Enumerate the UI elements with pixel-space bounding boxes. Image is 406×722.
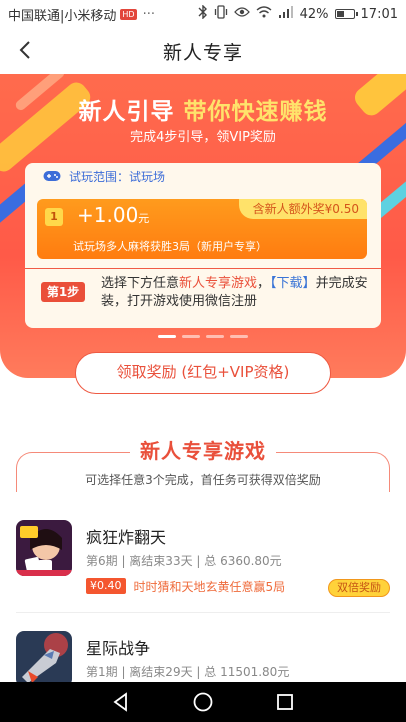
step-text-c: ，	[257, 276, 271, 291]
hero-title-highlight: 带你快速赚钱	[183, 99, 328, 125]
system-nav-bar	[0, 682, 406, 722]
step-text-games: 新人专享游戏	[179, 276, 258, 291]
game-thumbnail	[16, 631, 72, 687]
extra-bonus-tag: 含新人额外奖¥0.50	[238, 199, 367, 219]
claim-reward-button[interactable]: 领取奖励 (红包+VIP资格)	[75, 352, 331, 394]
hero-subtitle: 完成4步引导，领VIP奖励	[130, 130, 276, 145]
section-title-text: 新人专享游戏	[130, 435, 276, 464]
game-name: 星际战争	[86, 639, 151, 658]
battery-icon	[334, 9, 358, 19]
divider	[25, 268, 381, 269]
section-title: 新人专享游戏	[0, 435, 406, 464]
eye-icon	[233, 6, 250, 22]
reward-desc: 试玩场多人麻将获胜3局（新用户专享）	[73, 240, 267, 253]
hero-banner: 新人引导 带你快速赚钱 完成4步引导，领VIP奖励 试玩范围：试玩场 1 +1.…	[0, 74, 406, 378]
carousel-pager	[0, 335, 406, 338]
step-text-a: 选择下方任意	[101, 276, 180, 291]
trial-scope-text: 试玩范围：试玩场	[69, 169, 166, 184]
hd-badge: HD	[120, 8, 137, 20]
circle-home-icon	[193, 692, 213, 712]
signal-icon	[278, 6, 294, 22]
chevron-left-icon	[19, 41, 30, 59]
page-title: 新人专享	[162, 41, 243, 64]
back-button[interactable]	[14, 38, 38, 62]
step-label: 第1步	[41, 282, 85, 302]
nav-recent-button[interactable]	[273, 690, 297, 714]
game-name: 疯狂炸翻天	[86, 528, 167, 547]
game-task: ¥0.40 时时猜和天地玄黄任意赢5局	[86, 578, 285, 594]
reward-unit: 元	[138, 212, 150, 225]
task-desc: 时时猜和天地玄黄任意赢5局	[133, 579, 286, 594]
task-money: ¥0.40	[86, 578, 126, 594]
more-dots: ···	[142, 6, 155, 22]
pager-dot[interactable]	[158, 335, 176, 338]
reward-amount: +1.00元	[77, 203, 149, 227]
download-link[interactable]: 【下载】	[270, 276, 316, 291]
list-divider	[16, 612, 390, 613]
status-bar: 中国联通|小米移动 HD ··· 42% 17:01	[0, 0, 406, 28]
step-instructions: 选择下方任意新人专享游戏，【下载】并完成安装，打开游戏使用微信注册	[101, 275, 371, 311]
clock-time: 17:01	[360, 6, 398, 22]
vibrate-icon	[214, 5, 228, 23]
game-item-crazy-bomb[interactable]: 疯狂炸翻天 第6期 | 离结束33天 | 总 6360.80元 ¥0.40 时时…	[0, 506, 406, 626]
section-subtitle: 可选择任意3个完成，首任务可获得双倍奖励	[85, 473, 321, 487]
gamepad-icon	[43, 171, 61, 181]
hero-title-main: 新人引导	[78, 99, 175, 125]
status-icons: 42% 17:01	[198, 4, 398, 23]
trial-scope: 试玩范围：试玩场	[25, 163, 381, 189]
reward-box: 1 +1.00元 试玩场多人麻将获胜3局（新用户专享） 含新人额外奖¥0.50	[37, 199, 367, 259]
reward-amount-value: +1.00	[77, 203, 139, 227]
bluetooth-icon	[198, 4, 208, 23]
guide-card: 试玩范围：试玩场 1 +1.00元 试玩场多人麻将获胜3局（新用户专享） 含新人…	[25, 163, 381, 328]
reward-index: 1	[45, 208, 63, 226]
nav-home-button[interactable]	[191, 690, 215, 714]
nav-back-button[interactable]	[109, 690, 133, 714]
game-meta: 第1期 | 离结束29天 | 总 11501.80元	[86, 665, 290, 679]
hero-title: 新人引导 带你快速赚钱	[0, 92, 406, 126]
carrier-text: 中国联通|小米移动	[8, 8, 117, 24]
pager-dot[interactable]	[230, 335, 248, 338]
pager-dot[interactable]	[206, 335, 224, 338]
square-recent-icon	[277, 694, 293, 710]
pager-dot[interactable]	[182, 335, 200, 338]
game-meta: 第6期 | 离结束33天 | 总 6360.80元	[86, 554, 282, 568]
triangle-back-icon	[113, 692, 127, 712]
wifi-icon	[256, 6, 272, 22]
battery-percent: 42%	[299, 6, 329, 22]
game-thumbnail	[16, 520, 72, 576]
double-reward-badge: 双倍奖励	[328, 579, 390, 597]
page-header: 新人专享	[0, 28, 406, 74]
